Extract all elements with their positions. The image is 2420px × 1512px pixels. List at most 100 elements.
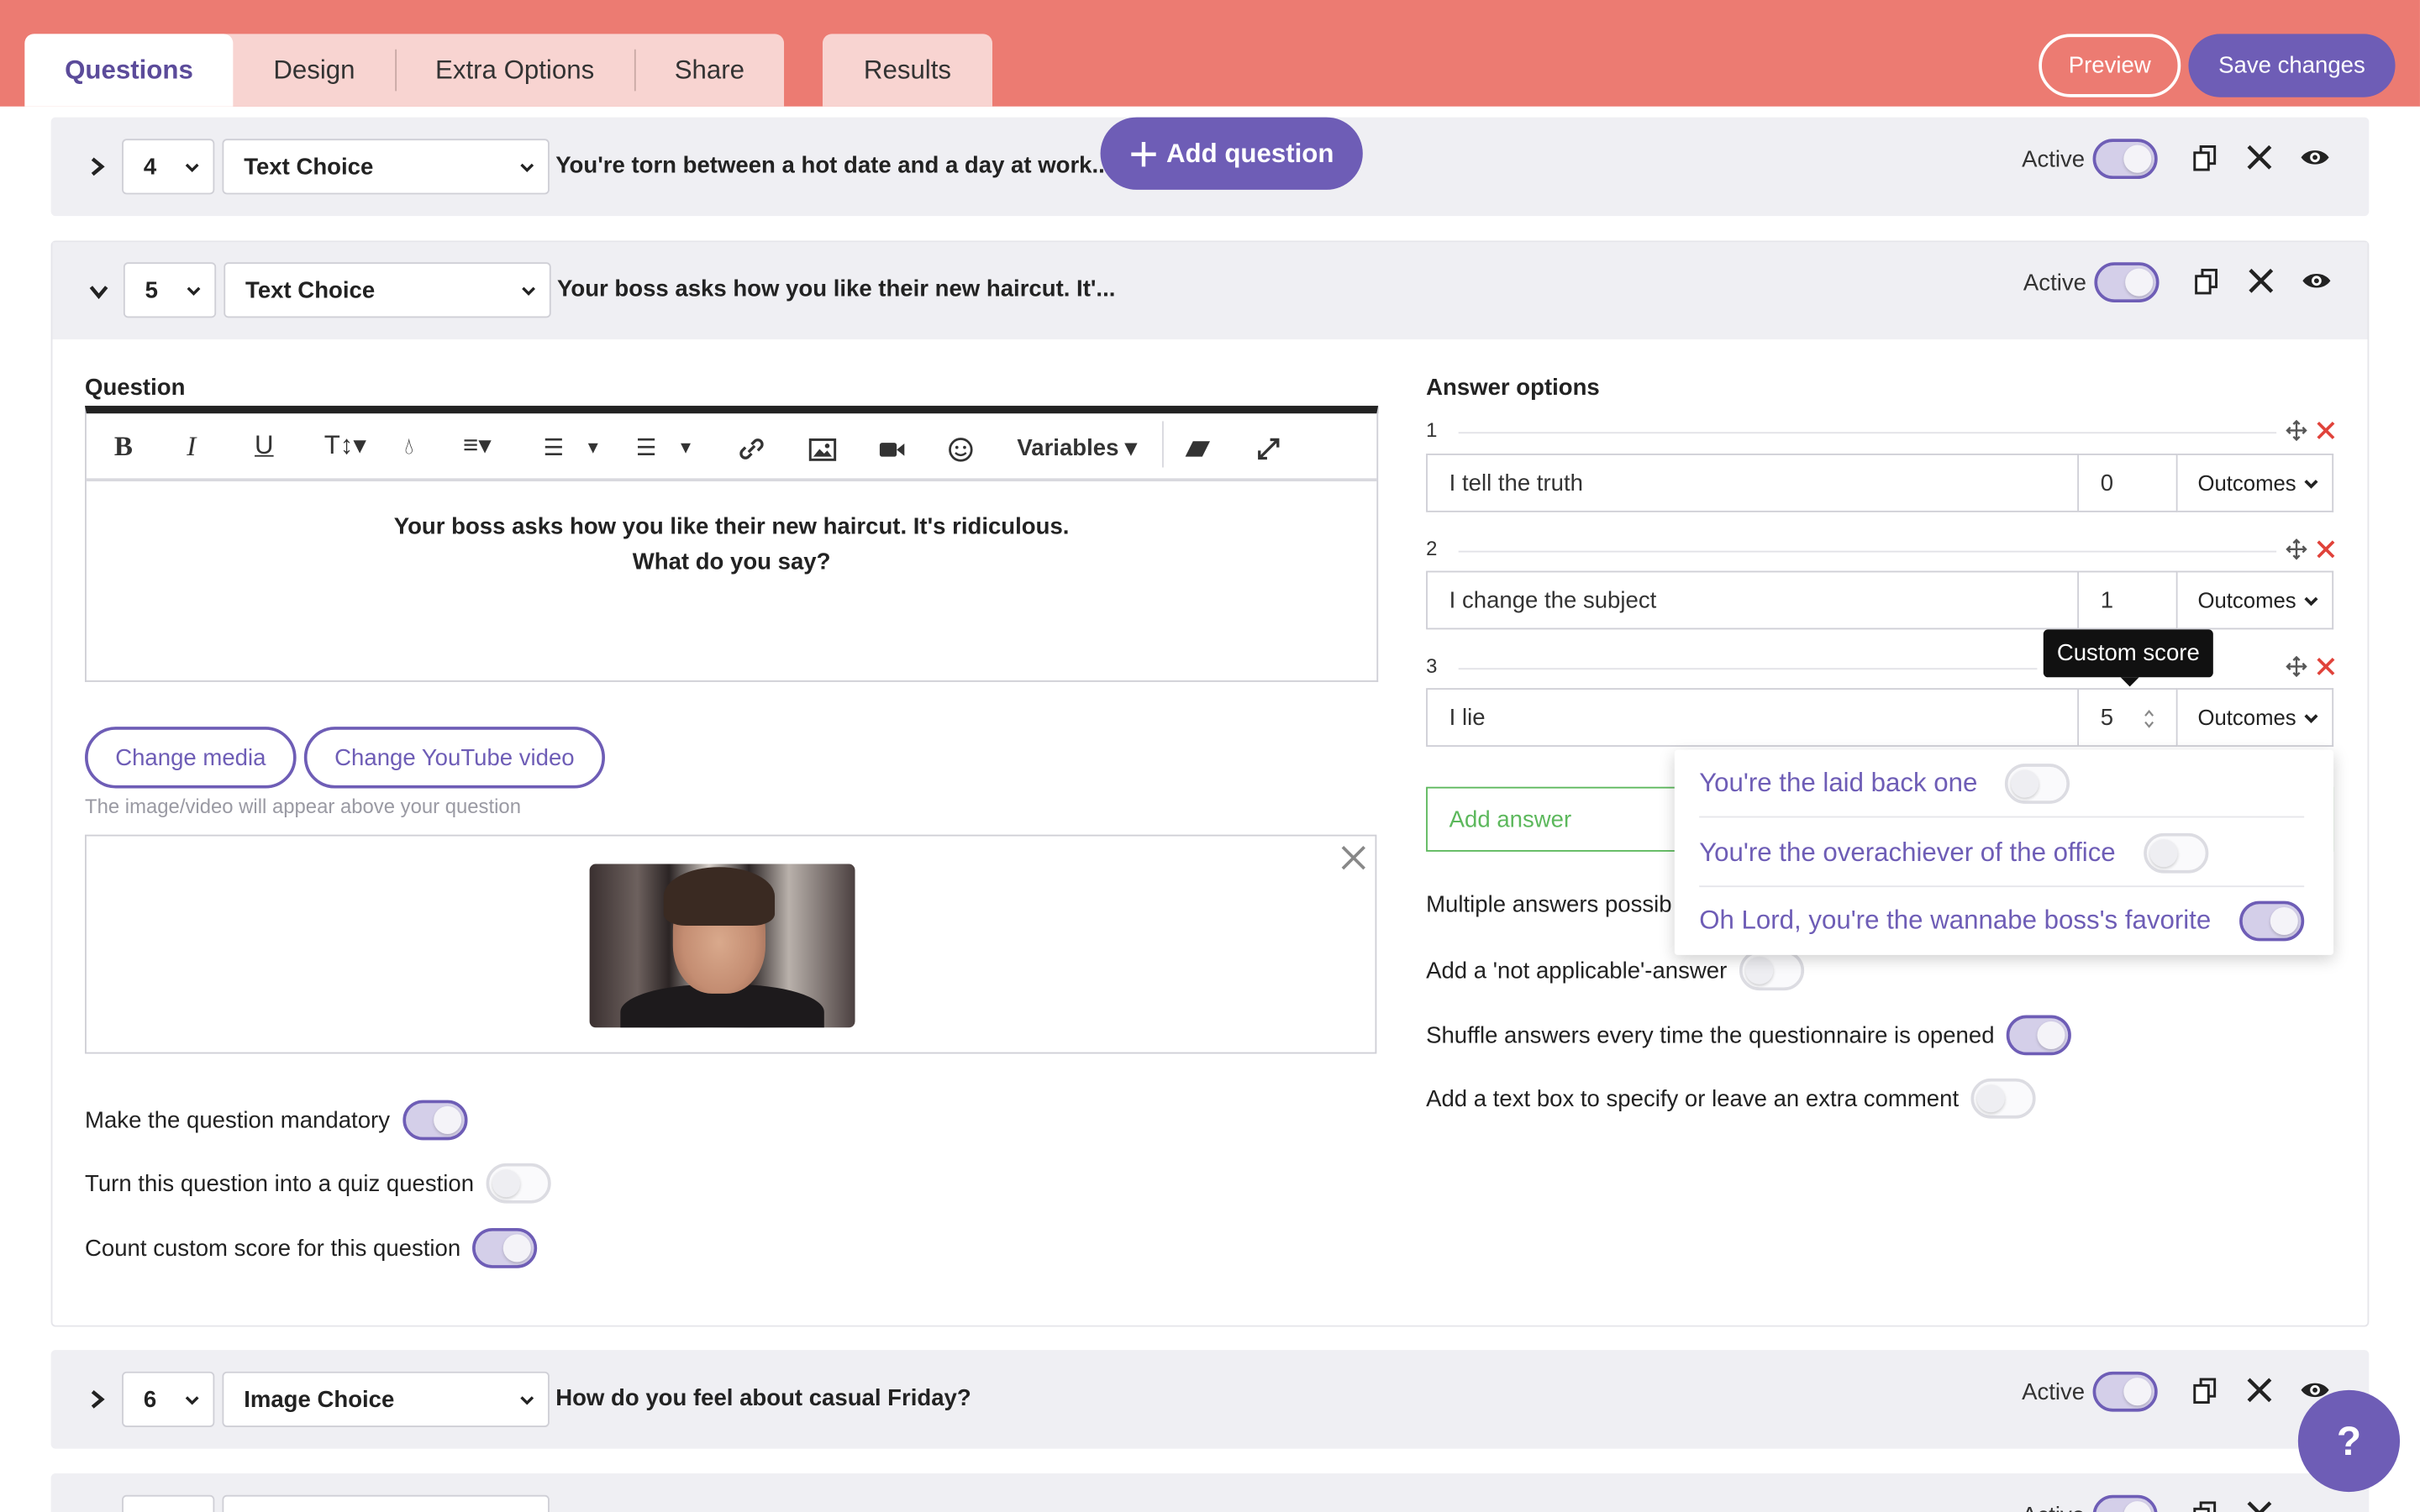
question-title[interactable]: Your boss asks how you like their new ha… xyxy=(557,276,1115,302)
bullet-list-caret-icon[interactable]: ▾ xyxy=(681,435,691,459)
outcomes-select[interactable]: Outcomes xyxy=(2177,453,2334,512)
image-icon[interactable] xyxy=(808,438,837,462)
outcome-label: You're the overachiever of the office xyxy=(1699,837,2116,867)
answer-text-input[interactable]: I tell the truth xyxy=(1426,453,2080,512)
fullscreen-icon[interactable] xyxy=(1256,437,1281,461)
answer-score-input[interactable]: 0 xyxy=(2079,453,2178,512)
chevron-down-icon xyxy=(520,163,534,173)
outcome-item[interactable]: Oh Lord, you're the wannabe boss's favor… xyxy=(1699,887,2304,955)
change-youtube-video-button[interactable]: Change YouTube video xyxy=(303,727,605,789)
question-number-select[interactable] xyxy=(122,1494,215,1512)
emoji-icon[interactable] xyxy=(948,437,974,463)
remove-media-icon[interactable] xyxy=(1339,844,1367,872)
drag-handle-icon[interactable] xyxy=(2286,538,2307,560)
duplicate-icon[interactable] xyxy=(2191,265,2223,297)
not-applicable-toggle[interactable] xyxy=(1739,950,1805,991)
outcome-item[interactable]: You're the laid back one xyxy=(1699,750,2305,818)
question-type-select[interactable] xyxy=(222,1494,550,1512)
chevron-right-icon[interactable] xyxy=(85,155,109,179)
question-number-select[interactable]: 6 xyxy=(122,1371,215,1427)
duplicate-icon[interactable] xyxy=(2190,1374,2221,1405)
delete-answer-icon[interactable] xyxy=(2315,656,2337,678)
video-icon[interactable] xyxy=(878,439,906,459)
shuffle-label: Shuffle answers every time the questionn… xyxy=(1426,1021,1995,1049)
delete-answer-icon[interactable] xyxy=(2315,420,2337,442)
add-question-button[interactable]: Add question xyxy=(1100,117,1363,190)
answer-number: 1 xyxy=(1426,417,1438,442)
app-root: Questions Design Extra Options Share Res… xyxy=(0,0,2420,1512)
custom-score-label: Count custom score for this question xyxy=(85,1235,461,1262)
tab-share[interactable]: Share xyxy=(634,34,785,106)
outcome-item[interactable]: You're the overachiever of the office xyxy=(1699,819,2305,888)
preview-button[interactable]: Preview xyxy=(2039,34,2181,97)
text-box-toggle[interactable] xyxy=(1970,1078,2036,1119)
active-toggle[interactable] xyxy=(2092,139,2158,180)
delete-icon[interactable] xyxy=(2244,1374,2275,1405)
delete-icon[interactable] xyxy=(2244,142,2275,173)
custom-score-toggle[interactable] xyxy=(472,1228,539,1268)
answer-text-input[interactable]: I change the subject xyxy=(1426,570,2080,630)
answer-divider xyxy=(1458,432,2277,434)
delete-answer-icon[interactable] xyxy=(2315,538,2337,560)
tab-extra-options[interactable]: Extra Options xyxy=(395,34,634,106)
variables-dropdown[interactable]: Variables ▾ xyxy=(1017,433,1137,461)
editor-content[interactable]: Your boss asks how you like their new ha… xyxy=(87,509,1376,580)
tab-results[interactable]: Results xyxy=(822,34,992,107)
tab-questions[interactable]: Questions xyxy=(24,34,234,107)
mandatory-toggle[interactable] xyxy=(402,1100,467,1141)
question-type-select[interactable]: Text Choice xyxy=(224,262,551,318)
ordered-list-caret-icon[interactable]: ▾ xyxy=(588,435,598,459)
eraser-icon[interactable] xyxy=(1184,439,1212,458)
active-toggle[interactable] xyxy=(2094,262,2160,302)
bold-icon[interactable]: B xyxy=(114,430,133,463)
answer-text-input[interactable]: I lie xyxy=(1426,688,2080,747)
text-box-label: Add a text box to specify or leave an ex… xyxy=(1426,1085,1960,1112)
question-number: 4 xyxy=(143,153,157,180)
delete-icon[interactable] xyxy=(2244,1498,2275,1512)
custom-score-tooltip: Custom score xyxy=(2043,629,2213,687)
question-title[interactable]: You're torn between a hot date and a day… xyxy=(555,153,1118,179)
answer-score-input[interactable]: 5 xyxy=(2079,688,2178,747)
answer-score-value: 5 xyxy=(2100,704,2114,731)
eye-icon[interactable] xyxy=(2302,265,2333,297)
answer-number: 2 xyxy=(1426,537,1438,560)
question-number-select[interactable]: 4 xyxy=(122,139,215,195)
delete-icon[interactable] xyxy=(2245,265,2276,297)
color-drop-icon[interactable]: 💧︎ xyxy=(404,433,413,459)
duplicate-icon[interactable] xyxy=(2190,1498,2221,1512)
answer-score-input[interactable]: 1 xyxy=(2079,570,2178,630)
tab-design[interactable]: Design xyxy=(234,34,396,106)
question-number-select[interactable]: 5 xyxy=(123,262,217,318)
eye-icon[interactable] xyxy=(2300,142,2331,173)
save-changes-button[interactable]: Save changes xyxy=(2188,34,2396,97)
shuffle-toggle[interactable] xyxy=(2007,1015,2072,1056)
active-toggle[interactable] xyxy=(2092,1371,2158,1412)
bullet-list-icon[interactable]: ☰ xyxy=(636,433,657,461)
font-size-icon[interactable]: T↕▾ xyxy=(324,430,366,461)
chevron-right-icon[interactable] xyxy=(85,1387,109,1411)
duplicate-icon[interactable] xyxy=(2190,142,2221,173)
outcome-toggle[interactable] xyxy=(2238,900,2304,942)
chevron-down-icon[interactable] xyxy=(87,279,111,303)
outcomes-select[interactable]: Outcomes xyxy=(2177,688,2334,747)
outcome-toggle[interactable] xyxy=(2005,763,2070,804)
align-icon[interactable]: ≡▾ xyxy=(463,430,492,461)
drag-handle-icon[interactable] xyxy=(2286,419,2307,442)
outcome-toggle[interactable] xyxy=(2143,832,2208,873)
question-type-select[interactable]: Text Choice xyxy=(222,139,550,195)
outcomes-select[interactable]: Outcomes xyxy=(2177,570,2334,630)
drag-handle-icon[interactable] xyxy=(2286,655,2307,678)
ordered-list-icon[interactable]: ☰ xyxy=(544,433,565,461)
help-button[interactable]: ? xyxy=(2297,1389,2401,1493)
question-row-6: 6 Image Choice How do you feel about cas… xyxy=(50,1350,2370,1449)
italic-icon[interactable]: I xyxy=(187,430,196,463)
question-type-select[interactable]: Image Choice xyxy=(222,1371,550,1427)
editor-toolbar: B I U T↕▾ 💧︎ ≡▾ ☰ ▾ ☰ ▾ Variables ▾ xyxy=(86,413,1377,482)
question-title[interactable]: How do you feel about casual Friday? xyxy=(555,1385,971,1411)
link-icon[interactable] xyxy=(738,438,765,460)
quiz-toggle[interactable] xyxy=(486,1163,551,1204)
stepper-icon[interactable] xyxy=(2142,708,2156,730)
change-media-button[interactable]: Change media xyxy=(85,727,297,789)
active-toggle[interactable] xyxy=(2092,1494,2158,1512)
underline-icon[interactable]: U xyxy=(255,430,274,461)
